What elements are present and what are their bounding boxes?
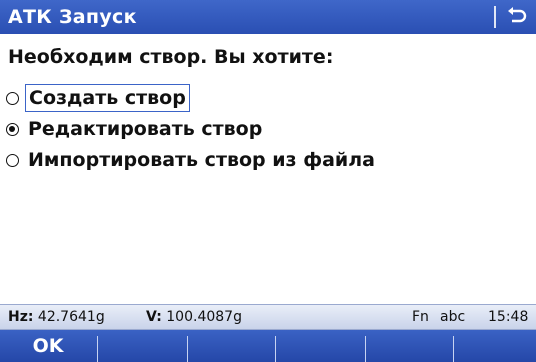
softkey-f6[interactable] [454, 330, 536, 362]
hz-label: Hz: [8, 309, 34, 325]
radio-button-icon[interactable] [6, 153, 19, 167]
ok-button[interactable]: OK [0, 330, 96, 362]
option-import-line[interactable]: Импортировать створ из файла [6, 145, 378, 175]
radio-button-icon[interactable] [6, 91, 19, 105]
v-value: 100.4087g [166, 309, 242, 325]
hz-value: 42.7641g [37, 309, 105, 325]
option-label[interactable]: Редактировать створ [25, 116, 265, 142]
title-separator [494, 6, 496, 28]
input-mode-indicator: abc [440, 309, 466, 325]
status-bar: Hz: 42.7641g V: 100.4087g Fn abc 15:48 [0, 304, 536, 330]
option-label[interactable]: Импортировать створ из файла [25, 147, 378, 173]
back-arrow-icon[interactable] [502, 4, 530, 30]
v-readout: V: 100.4087g [146, 309, 242, 325]
option-label[interactable]: Создать створ [25, 84, 190, 112]
clock: 15:48 [488, 309, 529, 325]
radio-button-checked-icon[interactable] [6, 122, 19, 136]
softkey-f4[interactable] [276, 330, 364, 362]
option-create-line[interactable]: Создать створ [6, 83, 190, 113]
option-edit-line[interactable]: Редактировать створ [6, 114, 265, 144]
title-bar: АТК Запуск [0, 0, 536, 34]
v-label: V: [146, 309, 162, 325]
softkey-f5[interactable] [366, 330, 452, 362]
softkey-bar: OK [0, 330, 536, 362]
window-title: АТК Запуск [8, 6, 137, 28]
fn-indicator: Fn [412, 309, 429, 325]
softkey-f2[interactable] [98, 330, 186, 362]
hz-readout: Hz: 42.7641g [8, 309, 105, 325]
dialog-question: Необходим створ. Вы хотите: [8, 46, 334, 68]
softkey-f3[interactable] [188, 330, 274, 362]
screen: АТК Запуск Необходим створ. Вы хотите: С… [0, 0, 536, 362]
